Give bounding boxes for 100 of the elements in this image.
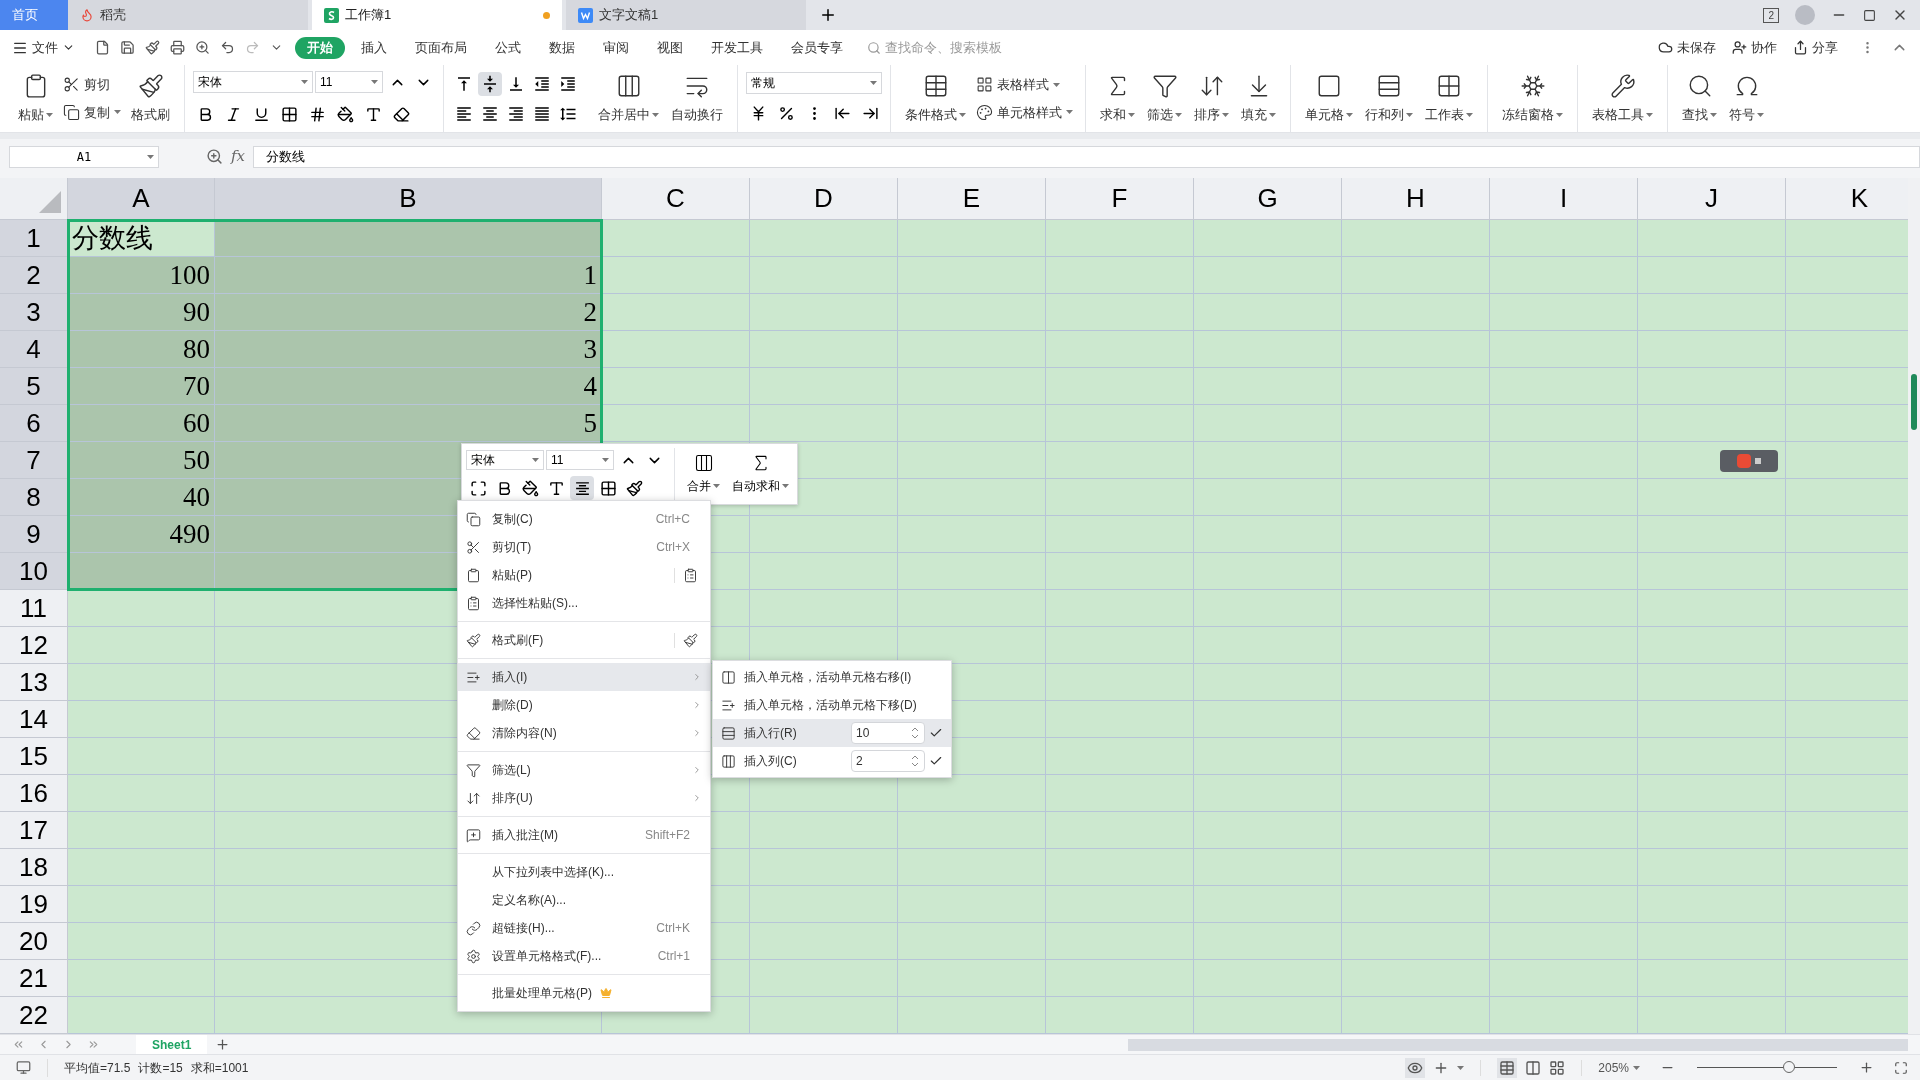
toolbar-button[interactable]: 自动求和	[728, 453, 793, 495]
font-select[interactable]: 宋体	[466, 450, 544, 470]
row-header[interactable]: 21	[0, 960, 68, 997]
row-header[interactable]: 2	[0, 257, 68, 294]
zoom-in-icon[interactable]	[1859, 1060, 1874, 1075]
menu-item[interactable]: 超链接(H)... Ctrl+K	[458, 914, 710, 942]
ribbon-tab[interactable]: 插入	[349, 36, 399, 59]
ribbon-button[interactable]: 单元格	[1299, 72, 1359, 125]
row-header[interactable]: 3	[0, 294, 68, 331]
add-sheet-icon[interactable]	[215, 1037, 231, 1052]
spinner-icon[interactable]	[911, 755, 919, 767]
column-header[interactable]: H	[1342, 178, 1490, 220]
print-preview-icon[interactable]	[195, 40, 210, 55]
row-header[interactable]: 13	[0, 664, 68, 701]
row-header[interactable]: 7	[0, 442, 68, 479]
row-header[interactable]: 12	[0, 627, 68, 664]
function-button[interactable]: fx	[231, 145, 245, 168]
menu-item[interactable]: 设置单元格格式(F)... Ctrl+1	[458, 942, 710, 970]
number-format-select[interactable]: 常规	[746, 71, 882, 94]
ribbon-button[interactable]: 求和	[1094, 72, 1141, 125]
ribbon-button[interactable]: 复制	[59, 102, 125, 122]
row-header[interactable]: 17	[0, 812, 68, 849]
menu-item[interactable]: 剪切(T) Ctrl+X	[458, 533, 710, 561]
column-header[interactable]: E	[898, 178, 1046, 220]
ribbon-button[interactable]: 行和列	[1359, 72, 1419, 125]
input-method-toolbar-icon[interactable]	[1720, 450, 1778, 472]
document-tab[interactable]: 工作簿1	[312, 0, 562, 30]
ribbon-button[interactable]: 符号	[1723, 72, 1770, 125]
ribbon-button[interactable]: 粘贴	[12, 72, 59, 125]
row-header[interactable]: 22	[0, 997, 68, 1034]
row-header[interactable]: 20	[0, 923, 68, 960]
row-header[interactable]: 9	[0, 516, 68, 553]
count-field[interactable]: 10	[851, 722, 925, 744]
align-center-icon[interactable]	[570, 476, 594, 500]
ribbon-tab[interactable]: 审阅	[591, 36, 641, 59]
confirm-icon[interactable]	[929, 726, 943, 740]
row-header[interactable]: 5	[0, 368, 68, 405]
menu-item[interactable]: 筛选(L)	[458, 756, 710, 784]
ribbon-button[interactable]: 筛选	[1141, 72, 1188, 125]
menu-item[interactable]: 格式刷(F)	[458, 626, 710, 654]
command-search-field[interactable]: 查找命令、搜索模板	[867, 37, 1035, 58]
spinner-icon[interactable]	[911, 727, 919, 739]
document-tab[interactable]: 首页	[0, 0, 68, 30]
row-header[interactable]: 16	[0, 775, 68, 812]
menu-item[interactable]: 插入批注(M) Shift+F2	[458, 821, 710, 849]
menu-item[interactable]: 复制(C) Ctrl+C	[458, 505, 710, 533]
ribbon-button[interactable]: 查找	[1676, 72, 1723, 125]
font-size-select[interactable]: 11	[315, 70, 383, 93]
ribbon-button[interactable]: 表格工具	[1586, 72, 1659, 125]
column-header[interactable]: K	[1786, 178, 1908, 220]
column-header[interactable]: A	[68, 178, 215, 220]
menu-item[interactable]: 插入(I)	[458, 663, 710, 691]
column-header[interactable]: B	[215, 178, 602, 220]
align-middle-icon[interactable]	[478, 71, 502, 96]
ribbon-button[interactable]: 条件格式	[899, 72, 972, 125]
menu-item[interactable]: 选择性粘贴(S)...	[458, 589, 710, 617]
row-header[interactable]: 4	[0, 331, 68, 368]
row-header[interactable]: 14	[0, 701, 68, 738]
menu-item[interactable]: 删除(D)	[458, 691, 710, 719]
toolbar-button[interactable]: 分享	[1787, 37, 1844, 58]
menu-item[interactable]: 插入行(R) 10	[713, 719, 951, 747]
undo-icon[interactable]	[220, 40, 235, 55]
ribbon-button[interactable]: 工作表	[1419, 72, 1479, 125]
save-icon[interactable]	[120, 40, 135, 55]
column-header[interactable]: J	[1638, 178, 1786, 220]
ribbon-button[interactable]: 排序	[1188, 72, 1235, 125]
menu-item[interactable]: 定义名称(A)...	[458, 886, 710, 914]
formula-field[interactable]: 分数线	[253, 145, 1920, 168]
window-count-badge[interactable]: 2	[1763, 7, 1779, 23]
ribbon-tab[interactable]: 数据	[537, 36, 587, 59]
name-box[interactable]: A1	[9, 145, 159, 168]
row-header[interactable]: 8	[0, 479, 68, 516]
menu-item[interactable]: 排序(U)	[458, 784, 710, 812]
fullscreen-icon[interactable]	[1894, 1060, 1908, 1075]
ribbon-button[interactable]: 剪切	[59, 75, 125, 95]
row-header[interactable]: 6	[0, 405, 68, 442]
ribbon-button[interactable]: 表格样式	[972, 75, 1077, 95]
ribbon-button[interactable]: 填充	[1235, 72, 1282, 125]
zoom-icon[interactable]	[206, 148, 223, 165]
ribbon-tab[interactable]: 视图	[645, 36, 695, 59]
toolbar-button[interactable]: 合并	[683, 453, 724, 495]
font-size-select[interactable]: 11	[546, 450, 614, 470]
ribbon-button[interactable]: 自动换行	[665, 72, 729, 125]
page-break-view-icon[interactable]	[1549, 1059, 1566, 1076]
column-header[interactable]: I	[1490, 178, 1638, 220]
ribbon-button[interactable]: 合并居中	[592, 72, 665, 125]
normal-view-icon[interactable]	[1499, 1059, 1516, 1076]
new-file-icon[interactable]	[95, 40, 110, 55]
brush-icon[interactable]	[683, 632, 698, 648]
document-tab[interactable]: 稻壳	[68, 0, 308, 30]
macro-icon[interactable]	[16, 1060, 31, 1075]
menu-item[interactable]: 插入列(C) 2	[713, 747, 951, 775]
file-menu[interactable]: 文件	[12, 37, 83, 58]
menu-item[interactable]: 粘贴(P)	[458, 561, 710, 589]
ribbon-tab[interactable]: 开发工具	[699, 36, 775, 59]
page-layout-icon[interactable]	[1525, 1059, 1542, 1076]
ribbon-tab[interactable]: 公式	[483, 36, 533, 59]
restore-icon[interactable]	[1863, 8, 1876, 22]
ribbon-button[interactable]: 冻结窗格	[1496, 72, 1569, 125]
slider-thumb[interactable]	[1783, 1061, 1796, 1073]
